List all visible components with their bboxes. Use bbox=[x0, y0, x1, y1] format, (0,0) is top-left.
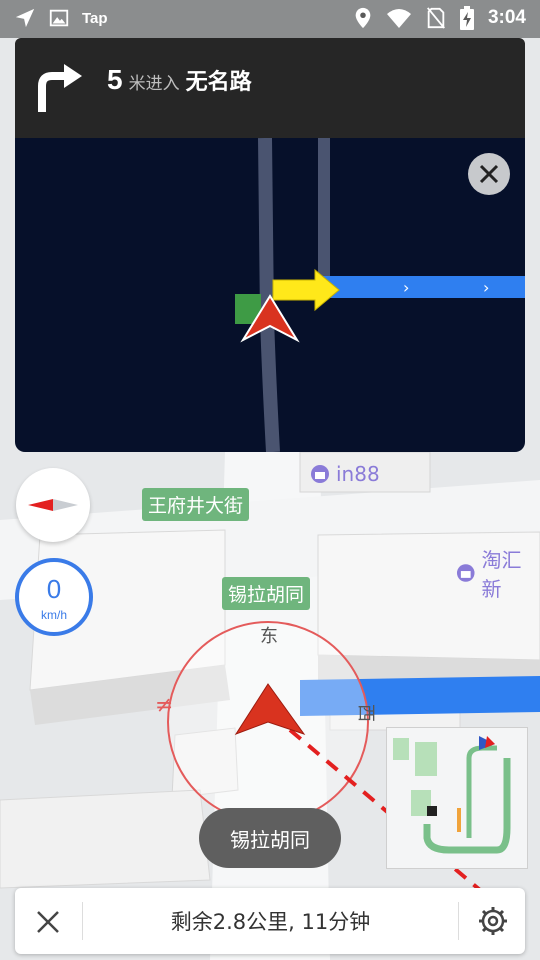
status-bar: Tap 3:04 bbox=[0, 0, 540, 38]
status-time: 3:04 bbox=[487, 7, 526, 28]
close-icon bbox=[37, 911, 59, 933]
nav-instruction-banner[interactable]: 5 米进入 无名路 bbox=[15, 38, 525, 138]
wifi-icon bbox=[386, 9, 411, 28]
speedometer: 0 km/h bbox=[15, 558, 93, 636]
junction-diagram: › › bbox=[235, 138, 525, 452]
shopping-bag-icon bbox=[311, 465, 329, 483]
direction-east: 东 bbox=[260, 626, 278, 647]
image-icon bbox=[49, 9, 69, 27]
nav-distance: 5 bbox=[107, 64, 123, 95]
speed-value: 0 bbox=[46, 574, 62, 604]
settings-button[interactable] bbox=[476, 904, 510, 938]
svg-text:≠: ≠ bbox=[155, 693, 173, 718]
bottom-bar: 剩余2.8公里, 11分钟 bbox=[15, 888, 525, 954]
route-summary[interactable]: 剩余2.8公里, 11分钟 bbox=[83, 888, 458, 954]
overview-map bbox=[393, 736, 511, 854]
direction-west: 西 bbox=[355, 704, 376, 722]
no-sim-icon bbox=[427, 7, 445, 29]
close-icon bbox=[479, 164, 499, 184]
shopping-bag-icon bbox=[456, 564, 475, 582]
svg-text:›: › bbox=[483, 278, 489, 297]
current-road-toast: 锡拉胡同 bbox=[199, 808, 341, 868]
navigation-arrow-icon bbox=[15, 8, 35, 28]
compass-button[interactable] bbox=[16, 468, 90, 542]
turn-right-icon bbox=[38, 64, 82, 112]
junction-view: › › bbox=[15, 138, 525, 452]
route-overview-minimap[interactable] bbox=[386, 727, 528, 869]
nav-unit-action: 米进入 bbox=[128, 74, 180, 94]
battery-charging-icon bbox=[459, 6, 474, 30]
poi-in88[interactable]: in88 bbox=[310, 462, 380, 486]
nav-road-name: 无名路 bbox=[185, 70, 252, 95]
street-label-wangfujing: 王府井大街 bbox=[142, 488, 250, 521]
gear-icon bbox=[479, 907, 507, 935]
street-label-xilahutong: 锡拉胡同 bbox=[222, 577, 311, 610]
nav-instruction: 5 米进入 无名路 bbox=[107, 64, 252, 96]
speed-unit: km/h bbox=[40, 608, 67, 622]
exit-navigation-button[interactable] bbox=[31, 905, 65, 939]
compass-icon bbox=[28, 499, 78, 511]
poi-taohui[interactable]: 淘汇新 bbox=[456, 544, 540, 602]
divider bbox=[458, 902, 459, 940]
close-junction-button[interactable] bbox=[468, 153, 510, 195]
location-pin-icon bbox=[355, 7, 371, 29]
status-app-label: Tap bbox=[82, 9, 108, 27]
svg-text:›: › bbox=[403, 278, 409, 297]
